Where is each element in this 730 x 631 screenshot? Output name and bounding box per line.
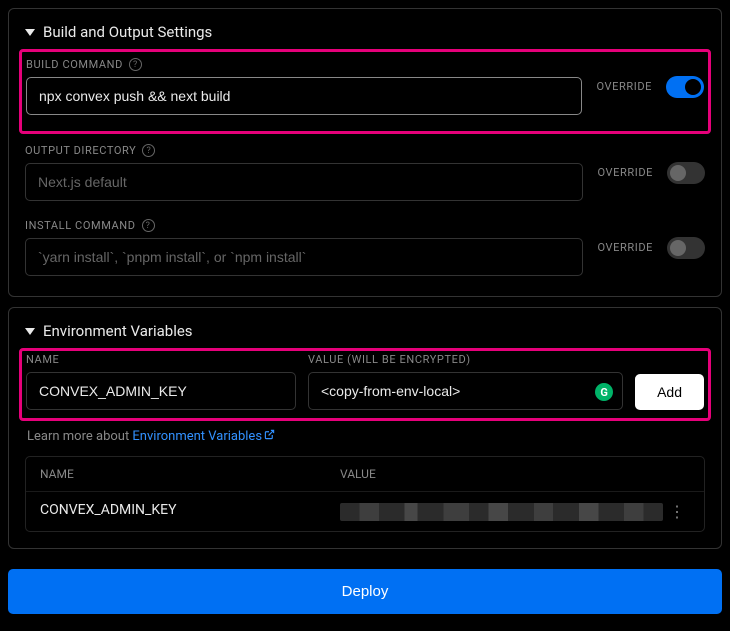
install-command-input[interactable]: [25, 238, 583, 276]
build-command-override-label: OVERRIDE: [596, 80, 652, 93]
env-vars-table: NAME VALUE CONVEX_ADMIN_KEY ⋮: [25, 456, 705, 532]
external-link-icon: [264, 429, 275, 444]
help-icon[interactable]: ?: [142, 144, 155, 157]
build-output-panel: Build and Output Settings BUILD COMMAND …: [8, 8, 722, 297]
env-vars-panel: Environment Variables NAME VALUE (WILL B…: [8, 307, 722, 549]
install-command-override-label: OVERRIDE: [597, 241, 653, 254]
env-row-name: CONVEX_ADMIN_KEY: [40, 502, 340, 521]
output-directory-override-label: OVERRIDE: [597, 166, 653, 179]
env-row-masked-value: [340, 503, 663, 521]
install-command-label: INSTALL COMMAND: [25, 219, 136, 232]
help-icon[interactable]: ?: [142, 219, 155, 232]
build-command-label: BUILD COMMAND: [26, 58, 123, 71]
help-icon[interactable]: ?: [129, 58, 142, 71]
learn-more-text: Learn more about Environment Variables: [27, 429, 705, 444]
build-command-input[interactable]: [26, 77, 582, 115]
env-vars-accordion[interactable]: Environment Variables: [25, 322, 705, 340]
deploy-button[interactable]: Deploy: [8, 569, 722, 614]
env-name-input[interactable]: [26, 372, 296, 410]
env-value-label: VALUE (WILL BE ENCRYPTED): [308, 353, 471, 366]
env-value-input[interactable]: [308, 372, 623, 410]
env-table-header-name: NAME: [40, 467, 340, 481]
output-directory-override-toggle[interactable]: [667, 162, 705, 184]
caret-down-icon: [25, 29, 35, 36]
output-directory-label: OUTPUT DIRECTORY: [25, 144, 136, 157]
build-output-accordion[interactable]: Build and Output Settings: [25, 23, 705, 41]
env-input-highlight: NAME VALUE (WILL BE ENCRYPTED) G Add: [19, 348, 711, 421]
env-table-header-value: VALUE: [340, 467, 690, 481]
env-table-row: CONVEX_ADMIN_KEY ⋮: [26, 492, 704, 531]
build-output-title: Build and Output Settings: [43, 23, 212, 41]
env-row-menu-icon[interactable]: ⋮: [663, 502, 690, 521]
install-command-override-toggle[interactable]: [667, 237, 705, 259]
add-env-button[interactable]: Add: [635, 374, 704, 410]
output-directory-input[interactable]: [25, 163, 583, 201]
caret-down-icon: [25, 328, 35, 335]
build-command-highlight: BUILD COMMAND ? OVERRIDE: [19, 49, 711, 134]
build-command-override-toggle[interactable]: [666, 76, 704, 98]
env-name-label: NAME: [26, 353, 59, 366]
learn-more-link[interactable]: Environment Variables: [132, 429, 275, 444]
env-vars-title: Environment Variables: [43, 322, 193, 340]
grammarly-icon: G: [595, 383, 613, 401]
